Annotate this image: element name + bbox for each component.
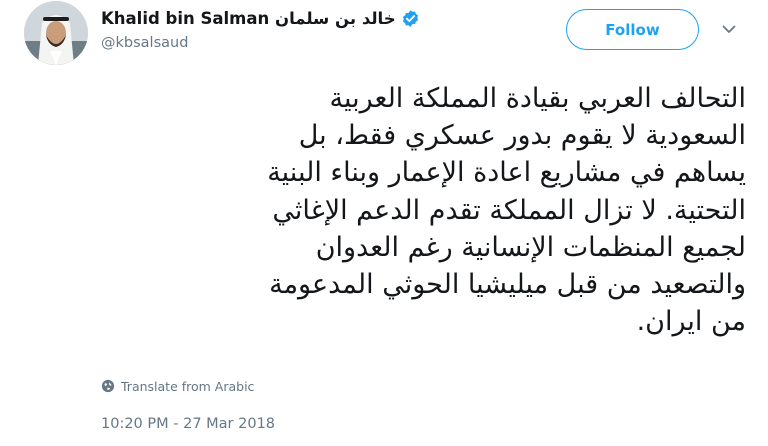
author-handle[interactable]: @kbsalsaud: [101, 35, 188, 51]
globe-icon: [101, 379, 115, 393]
tweet-text-line: يساهم في مشاريع اعادة الإعمار وبناء البن…: [267, 157, 746, 189]
tweet-timestamp[interactable]: 10:20 PM - 27 Mar 2018: [101, 416, 275, 432]
tweet-text-line: التحالف العربي بقيادة المملكة العربية: [329, 83, 746, 114]
avatar[interactable]: [24, 1, 88, 65]
author-name-row[interactable]: Khalid bin Salman خالد بن سلمان: [101, 6, 420, 30]
chevron-down-icon[interactable]: [720, 20, 738, 38]
tweet-text-line: التحتية. لا تزال المملكة تقدم الدعم الإغ…: [272, 194, 746, 226]
translate-label[interactable]: Translate from Arabic: [121, 379, 254, 394]
profile-photo-icon: [24, 1, 88, 65]
tweet-text-line: من ايران.: [636, 306, 746, 338]
verified-badge-icon: [402, 9, 418, 27]
tweet-card: Khalid bin Salman خالد بن سلمان @kbsalsa…: [0, 0, 768, 446]
translate-link[interactable]: Translate from Arabic: [101, 377, 254, 395]
tweet-text-line: والتصعيد من قبل ميليشيا الحوثي المدعومة: [269, 269, 746, 301]
tweet-text-line: السعودية لا يقوم بدور عسكري فقط، بل: [298, 120, 746, 152]
tweet-text: التحالف العربي بقيادة المملكة العربية ال…: [100, 80, 746, 340]
tweet-text-line: لجميع المنظمات الإنسانية رغم العدوان: [315, 231, 746, 263]
author-display-name[interactable]: Khalid bin Salman خالد بن سلمان: [101, 9, 396, 28]
follow-button[interactable]: Follow: [566, 9, 699, 50]
